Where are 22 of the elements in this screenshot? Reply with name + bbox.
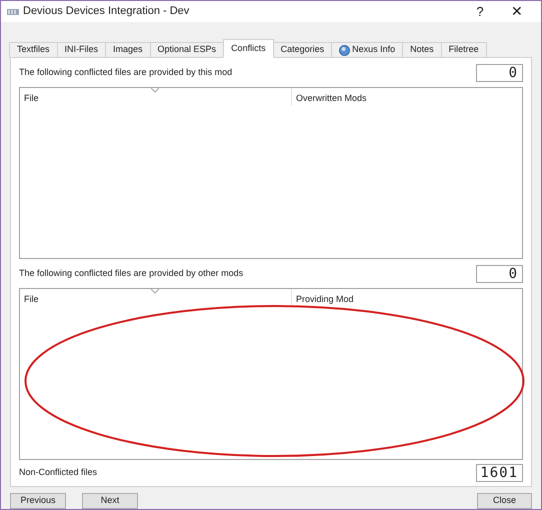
tab[interactable]: Conflicts: [223, 39, 274, 58]
nav-button[interactable]: Next: [82, 493, 138, 509]
nav-button[interactable]: Previous: [10, 493, 66, 509]
globe-icon: [339, 44, 350, 56]
column-header[interactable]: File: [20, 289, 292, 307]
window-title: Devious Devices Integration - Dev: [23, 4, 190, 20]
count-display: 0: [476, 64, 523, 82]
tab[interactable]: Filetree: [440, 42, 487, 58]
tab[interactable]: Nexus Info: [331, 42, 404, 58]
column-header[interactable]: File: [20, 88, 292, 106]
close-dialog-button[interactable]: Close: [477, 493, 532, 509]
column-header[interactable]: Providing Mod: [292, 289, 522, 307]
count-display: 1601: [476, 464, 523, 482]
section-label: The following conflicted files are provided by other mods: [19, 267, 244, 280]
count-display: 0: [476, 265, 523, 283]
section-label: The following conflicted files are provided by this mod: [19, 66, 232, 80]
section-label: Non-Conflicted files: [19, 466, 98, 480]
tab[interactable]: Textfiles: [9, 42, 58, 58]
app-icon: [7, 8, 19, 14]
close-button[interactable]: ✕: [499, 1, 535, 22]
column-header[interactable]: Overwritten Mods: [292, 88, 522, 106]
help-button[interactable]: ?: [465, 2, 495, 22]
